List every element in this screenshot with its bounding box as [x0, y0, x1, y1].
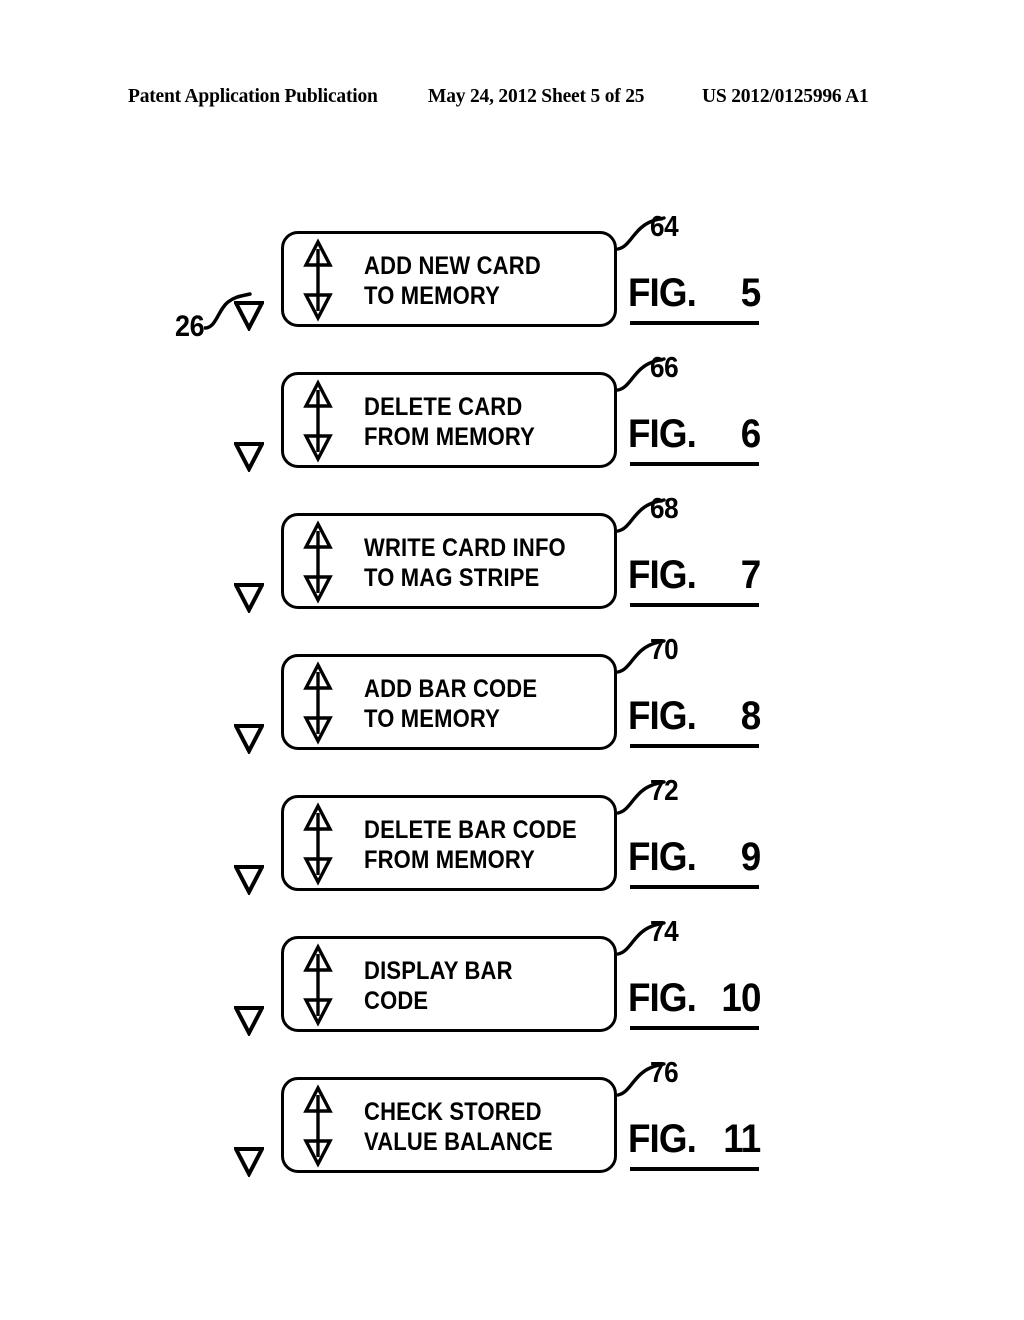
process-box-74[interactable]: DISPLAY BAR CODE	[281, 936, 617, 1032]
figure-number: 7	[740, 553, 760, 597]
figure-word: FIG.	[628, 553, 697, 597]
reference-numeral: 66	[650, 352, 679, 384]
figure-caption: FIG. 10	[628, 976, 761, 1030]
process-box-76[interactable]: CHECK STORED VALUE BALANCE	[281, 1077, 617, 1173]
double-headed-vertical-arrow-icon[interactable]	[303, 660, 333, 746]
reference-numeral: 70	[650, 634, 679, 666]
figure-caption-underline	[630, 321, 759, 325]
double-headed-vertical-arrow-icon[interactable]	[303, 237, 333, 323]
patent-drawing-page: Patent Application Publication May 24, 2…	[0, 0, 1024, 1320]
figure-number: 11	[722, 1117, 761, 1161]
down-triangle-icon[interactable]	[232, 863, 266, 897]
figure-caption: FIG. 7	[628, 553, 761, 607]
figure-row-10: DISPLAY BAR CODE 74 FIG. 10	[0, 916, 1024, 1077]
figure-row-8: ADD BAR CODE TO MEMORY 70 FIG. 8	[0, 634, 1024, 795]
down-triangle-icon[interactable]	[232, 581, 266, 615]
figure-word: FIG.	[628, 976, 697, 1020]
process-box-66[interactable]: DELETE CARD FROM MEMORY	[281, 372, 617, 468]
process-box-label: ADD BAR CODE TO MEMORY	[364, 675, 538, 733]
double-headed-vertical-arrow-icon[interactable]	[303, 519, 333, 605]
double-headed-vertical-arrow-icon[interactable]	[303, 378, 333, 464]
figure-caption-underline	[630, 1026, 759, 1030]
reference-numeral: 72	[650, 775, 679, 807]
figure-row-6: DELETE CARD FROM MEMORY 66 FIG. 6	[0, 352, 1024, 513]
figure-caption: FIG. 6	[628, 412, 761, 466]
figure-number: 9	[740, 835, 760, 879]
figure-row-5: ADD NEW CARD TO MEMORY 64 FIG. 5	[0, 211, 1024, 372]
double-headed-vertical-arrow-icon[interactable]	[303, 1083, 333, 1169]
figure-caption-underline	[630, 462, 759, 466]
process-box-70[interactable]: ADD BAR CODE TO MEMORY	[281, 654, 617, 750]
down-triangle-icon[interactable]	[232, 440, 266, 474]
figure-word: FIG.	[628, 412, 697, 456]
reference-numeral: 74	[650, 916, 679, 948]
figure-word: FIG.	[628, 694, 697, 738]
figure-number: 10	[720, 976, 761, 1020]
figure-row-11: CHECK STORED VALUE BALANCE 76 FIG. 11	[0, 1057, 1024, 1218]
header-date-sheet: May 24, 2012 Sheet 5 of 25	[428, 86, 645, 107]
figure-caption-underline	[630, 1167, 759, 1171]
process-box-label: DELETE CARD FROM MEMORY	[364, 393, 536, 451]
figure-caption: FIG. 9	[628, 835, 761, 889]
figure-caption-underline	[630, 885, 759, 889]
figure-word: FIG.	[628, 271, 697, 315]
process-box-label: DISPLAY BAR CODE	[364, 957, 513, 1015]
figure-caption-underline	[630, 603, 759, 607]
page-header: Patent Application Publication May 24, 2…	[128, 86, 898, 112]
reference-numeral: 68	[650, 493, 679, 525]
header-publication-number: US 2012/0125996 A1	[702, 86, 869, 107]
figure-number: 5	[740, 271, 760, 315]
process-box-72[interactable]: DELETE BAR CODE FROM MEMORY	[281, 795, 617, 891]
process-box-68[interactable]: WRITE CARD INFO TO MAG STRIPE	[281, 513, 617, 609]
figure-number: 8	[740, 694, 760, 738]
process-box-label: DELETE BAR CODE FROM MEMORY	[364, 816, 577, 874]
figure-word: FIG.	[628, 1117, 697, 1161]
reference-numeral: 64	[650, 211, 679, 243]
process-box-label: ADD NEW CARD TO MEMORY	[364, 252, 541, 310]
figure-caption: FIG. 8	[628, 694, 761, 748]
header-publication-label: Patent Application Publication	[128, 86, 378, 107]
process-box-label: WRITE CARD INFO TO MAG STRIPE	[364, 534, 566, 592]
double-headed-vertical-arrow-icon[interactable]	[303, 801, 333, 887]
figure-caption: FIG. 11	[628, 1117, 761, 1171]
down-triangle-icon[interactable]	[232, 1145, 266, 1179]
down-triangle-icon[interactable]	[232, 299, 266, 333]
figure-caption-underline	[630, 744, 759, 748]
figure-row-7: WRITE CARD INFO TO MAG STRIPE 68 FIG. 7	[0, 493, 1024, 654]
figure-word: FIG.	[628, 835, 697, 879]
down-triangle-icon[interactable]	[232, 1004, 266, 1038]
process-box-64[interactable]: ADD NEW CARD TO MEMORY	[281, 231, 617, 327]
figure-caption: FIG. 5	[628, 271, 761, 325]
figure-number: 6	[740, 412, 760, 456]
double-headed-vertical-arrow-icon[interactable]	[303, 942, 333, 1028]
down-triangle-icon[interactable]	[232, 722, 266, 756]
process-box-label: CHECK STORED VALUE BALANCE	[364, 1098, 553, 1156]
reference-numeral: 76	[650, 1057, 679, 1089]
figure-row-9: DELETE BAR CODE FROM MEMORY 72 FIG. 9	[0, 775, 1024, 936]
